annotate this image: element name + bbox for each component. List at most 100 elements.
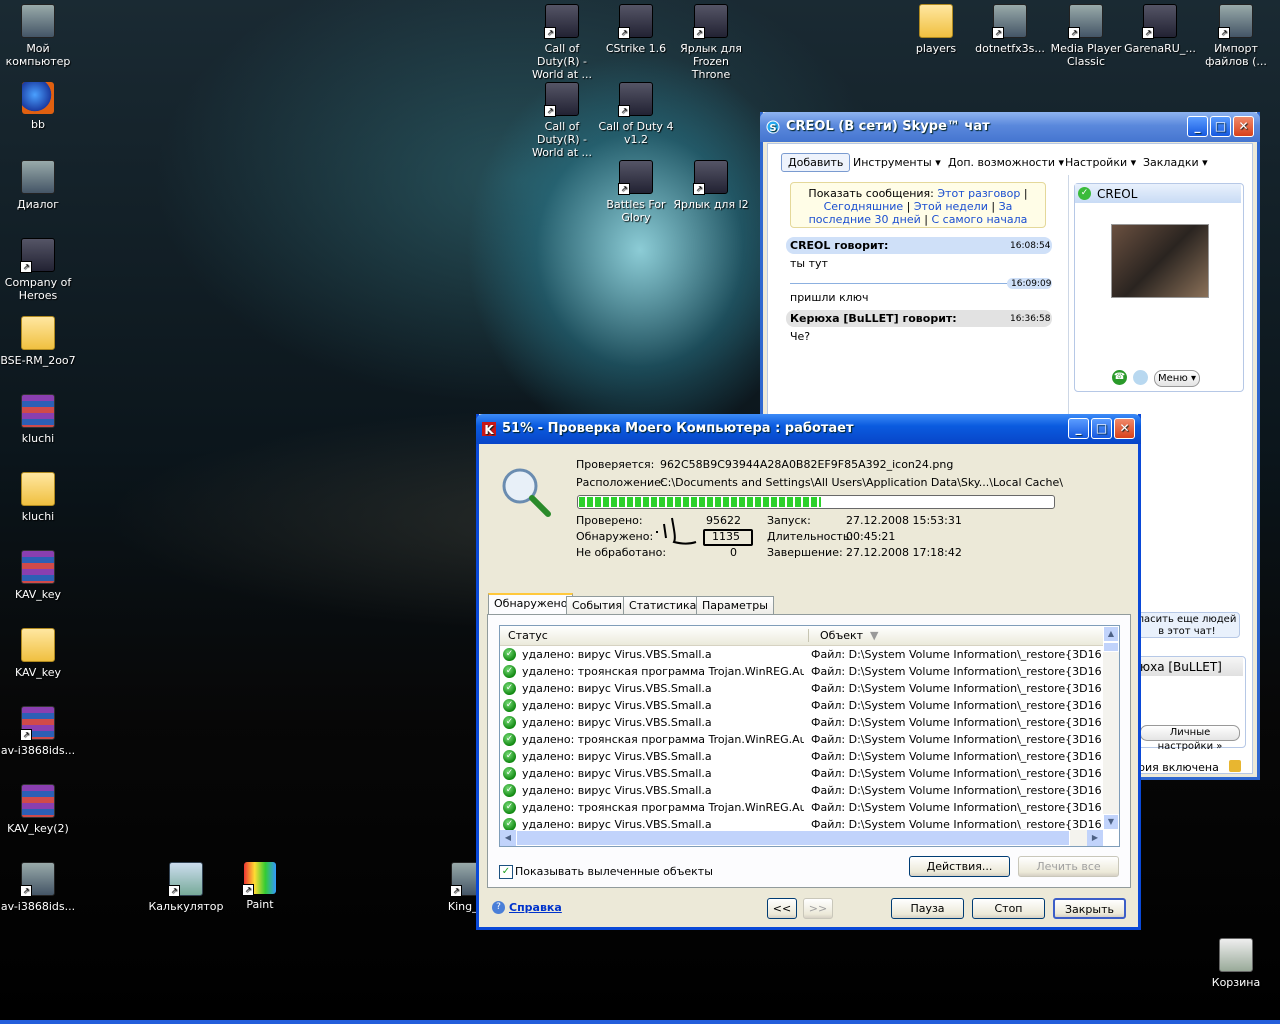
table-row[interactable]: ✓ удалено: вирус Virus.VBS.Small.a Файл: D… xyxy=(500,646,1101,663)
desktop-icon-label: bb xyxy=(31,118,45,131)
filter-week[interactable]: Этой недели xyxy=(914,200,988,213)
desktop-icon-cod-waw[interactable]: ↗ Call of Duty(R) - World at ... xyxy=(524,82,600,159)
skype-menu-item-3[interactable]: Настройки ▾ xyxy=(1065,156,1136,169)
online-status-icon: ✓ xyxy=(1078,187,1091,200)
personal-settings-button[interactable]: Личные настройки » xyxy=(1140,725,1240,752)
row-status: удалено: вирус Virus.VBS.Small.a xyxy=(522,767,712,780)
check-ok-icon: ✓ xyxy=(503,716,516,729)
column-divider[interactable] xyxy=(808,629,809,642)
scroll-thumb[interactable] xyxy=(1103,642,1119,652)
skype-menu-item-1[interactable]: Инструменты ▾ xyxy=(853,156,941,169)
maximize-button[interactable]: □ xyxy=(1210,116,1231,137)
desktop-icon-paint[interactable]: ↗ Paint xyxy=(222,862,298,911)
kav-titlebar[interactable]: K 51% - Проверка Моего Компьютера : рабо… xyxy=(476,414,1141,444)
pause-button[interactable]: Пауза xyxy=(891,898,964,919)
tab-statistics[interactable]: Статистика xyxy=(623,596,703,615)
close-window-button[interactable]: Закрыть xyxy=(1053,898,1126,919)
table-row[interactable]: ✓ удалено: вирус Virus.VBS.Small.a Файл: D… xyxy=(500,714,1101,731)
desktop-icon-media-player-classic[interactable]: ↗ Media Player Classic xyxy=(1048,4,1124,68)
desktop-icon-lineage2[interactable]: ↗ Ярлык для l2 xyxy=(673,160,749,211)
table-row[interactable]: ✓ удалено: вирус Virus.VBS.Small.a Файл: D… xyxy=(500,782,1101,799)
call-icon[interactable]: ☎ xyxy=(1112,370,1127,385)
minimize-button[interactable]: _ xyxy=(1068,418,1089,439)
help-icon[interactable]: ? xyxy=(492,901,505,914)
show-cured-label[interactable]: Показывать вылеченные объекты xyxy=(515,865,713,878)
prev-button[interactable]: << xyxy=(767,898,797,919)
desktop-icon-battles-for-glory[interactable]: ↗ Battles For Glory xyxy=(598,160,674,224)
skype-menu-item-0[interactable]: Добавить xyxy=(781,153,851,172)
skype-menu-item-2[interactable]: Доп. возможности ▾ xyxy=(948,156,1064,169)
desktop-icon-firefox[interactable]: bb xyxy=(0,82,76,131)
stop-button[interactable]: Стоп xyxy=(972,898,1045,919)
desktop-icon-garena[interactable]: ↗ GarenaRU_... xyxy=(1122,4,1198,55)
show-cured-checkbox[interactable]: ✓ xyxy=(499,865,513,879)
chevron-down-icon: ▾ xyxy=(1055,156,1065,169)
desktop-icon-my-computer[interactable]: Мой компьютер xyxy=(0,4,76,68)
skype-titlebar[interactable]: S CREOL (В сети) Skype™ чат _ □ ✕ xyxy=(760,112,1260,142)
table-row[interactable]: ✓ удалено: вирус Virus.VBS.Small.a Файл: D… xyxy=(500,816,1101,830)
table-row[interactable]: ✓ удалено: вирус Virus.VBS.Small.a Файл: D… xyxy=(500,680,1101,697)
table-row[interactable]: ✓ удалено: вирус Virus.VBS.Small.a Файл: D… xyxy=(500,765,1101,782)
desktop-icon-label: Battles For Glory xyxy=(606,198,666,224)
desktop-icon-winrar[interactable]: KAV_key xyxy=(0,550,76,601)
help-link[interactable]: Справка xyxy=(509,901,562,914)
chat-icon[interactable] xyxy=(1133,370,1148,385)
scroll-down-button[interactable]: ▼ xyxy=(1103,814,1119,830)
row-object: Файл: D:\System Volume Information\_rest… xyxy=(811,648,1101,661)
message-author-1: CREOL говорит: xyxy=(790,239,889,252)
detected-list[interactable]: Статус Объект ▼ ✓ удалено: вирус Virus.VB… xyxy=(499,625,1120,847)
scroll-right-button[interactable]: ▶ xyxy=(1087,830,1103,846)
invite-box[interactable]: ласить еще людей в этот чат! xyxy=(1134,612,1240,638)
desktop-icon-dotnetfx[interactable]: ↗ dotnetfx3s... xyxy=(972,4,1048,55)
actions-button[interactable]: Действия... xyxy=(909,856,1010,877)
scroll-up-button[interactable]: ▲ xyxy=(1103,626,1119,642)
tab-events[interactable]: События xyxy=(566,596,629,615)
show-messages-label: Показать сообщения: xyxy=(808,187,934,200)
desktop-icon-winrar[interactable]: KAV_key(2) xyxy=(0,784,76,835)
desktop-icon-label: Диалог xyxy=(16,198,60,211)
scroll-left-button[interactable]: ◀ xyxy=(500,830,516,846)
desktop-icon-folder[interactable]: kluchi xyxy=(0,472,76,523)
skype-menu-item-4[interactable]: Закладки ▾ xyxy=(1143,156,1208,169)
filter-all[interactable]: С самого начала xyxy=(931,213,1027,226)
contact-menu-button[interactable]: Меню ▾ xyxy=(1154,370,1200,387)
desktop-icon-company-of-heroes[interactable]: ↗ Company of Heroes xyxy=(0,238,76,302)
table-row[interactable]: ✓ удалено: троянская программа Trojan.Win… xyxy=(500,663,1101,680)
desktop-icon-label: Ярлык для l2 xyxy=(673,198,749,211)
desktop-icon-import-files[interactable]: ↗ Импорт файлов (... xyxy=(1198,4,1274,68)
desktop-icon-cod-waw[interactable]: ↗ Call of Duty(R) - World at ... xyxy=(524,4,600,81)
hscroll-thumb[interactable] xyxy=(516,830,1070,846)
desktop-icon-cod4[interactable]: ↗ Call of Duty 4 v1.2 xyxy=(598,82,674,146)
desktop-icon-dialog[interactable]: Диалог xyxy=(0,160,76,211)
table-row[interactable]: ✓ удалено: троянская программа Trojan.Win… xyxy=(500,799,1101,816)
desktop-icon-label: CStrike 1.6 xyxy=(605,42,667,55)
vertical-scrollbar[interactable]: ▲ ▼ xyxy=(1103,626,1119,830)
column-object[interactable]: Объект xyxy=(820,629,863,642)
desktop-icon-cstrike[interactable]: ↗ CStrike 1.6 xyxy=(598,4,674,55)
desktop-icon-calculator[interactable]: ↗ Калькулятор xyxy=(148,862,224,913)
shortcut-arrow-icon: ↗ xyxy=(1142,27,1154,39)
tab-detected[interactable]: Обнаружено xyxy=(488,593,574,615)
minimize-button[interactable]: _ xyxy=(1187,116,1208,137)
table-row[interactable]: ✓ удалено: вирус Virus.VBS.Small.a Файл: D… xyxy=(500,697,1101,714)
horizontal-scrollbar[interactable]: ◀ ▶ xyxy=(500,830,1103,846)
desktop-icon-winrar[interactable]: ↗ av-i3868ids... xyxy=(0,706,76,757)
filter-today[interactable]: Сегодняшние xyxy=(824,200,904,213)
close-button[interactable]: ✕ xyxy=(1233,116,1254,137)
desktop-icon-players-folder[interactable]: players xyxy=(898,4,974,55)
desktop-icon-winrar[interactable]: kluchi xyxy=(0,394,76,445)
avatar[interactable] xyxy=(1111,224,1209,298)
close-button[interactable]: ✕ xyxy=(1114,418,1135,439)
tab-parameters[interactable]: Параметры xyxy=(696,596,774,615)
row-object: Файл: D:\System Volume Information\_rest… xyxy=(811,750,1101,763)
desktop-icon-folder[interactable]: KAV_key xyxy=(0,628,76,679)
filter-this-chat[interactable]: Этот разговор xyxy=(937,187,1020,200)
maximize-button[interactable]: □ xyxy=(1091,418,1112,439)
table-row[interactable]: ✓ удалено: троянская программа Trojan.Win… xyxy=(500,731,1101,748)
desktop-icon-frozen-throne[interactable]: ↗ Ярлык для Frozen Throne xyxy=(673,4,749,81)
desktop-icon-document[interactable]: ↗ av-i3868ids... xyxy=(0,862,76,913)
desktop-icon-folder[interactable]: BSE-RM_2oo7 xyxy=(0,316,76,367)
desktop-icon-recycle-bin[interactable]: Корзина xyxy=(1198,938,1274,989)
table-row[interactable]: ✓ удалено: вирус Virus.VBS.Small.a Файл: D… xyxy=(500,748,1101,765)
column-status[interactable]: Статус xyxy=(508,629,548,642)
